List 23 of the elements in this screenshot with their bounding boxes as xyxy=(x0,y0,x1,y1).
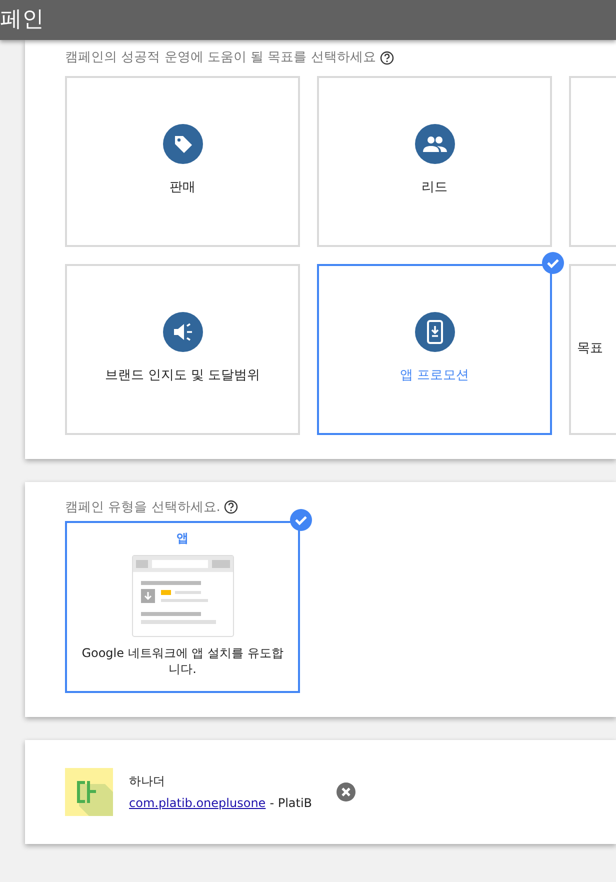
app-icon xyxy=(65,768,113,816)
help-icon[interactable] xyxy=(224,500,238,514)
check-icon xyxy=(290,509,312,531)
campaign-type-prompt: 캠페인 유형을 선택하세요. xyxy=(65,498,220,516)
goal-tile[interactable]: 판매 xyxy=(65,76,300,246)
people-icon xyxy=(422,136,446,152)
goal-tile[interactable]: 목표 xyxy=(569,264,616,434)
megaphone-icon xyxy=(172,322,194,342)
page-title: 페인 xyxy=(0,6,45,34)
check-icon xyxy=(542,252,564,274)
help-icon[interactable] xyxy=(380,50,394,65)
goal-tile[interactable]: 앱 프로모션 xyxy=(317,264,552,434)
app-name: 하나더 xyxy=(129,773,166,790)
campaign-type-description: Google 네트워크에 앱 설치를 유도합니다. xyxy=(80,645,284,677)
goal-prompt: 캠페인의 성공적 운영에 도움이 될 목표를 선택하세요 xyxy=(65,49,376,67)
phone-download-icon xyxy=(426,320,442,344)
remove-icon[interactable] xyxy=(336,782,356,802)
campaign-type-tile[interactable]: 앱 Google 네트워크에 앱 설치를 유도합니다. xyxy=(65,521,300,693)
goal-tile[interactable]: 브랜드 인지도 및 도달범위 xyxy=(65,264,300,434)
goal-tile[interactable]: 리드 xyxy=(317,76,552,246)
campaign-type-title: 앱 xyxy=(176,530,188,547)
developer-name: - PlatiB xyxy=(270,795,312,812)
package-link[interactable]: com.platib.oneplusone xyxy=(129,794,266,812)
